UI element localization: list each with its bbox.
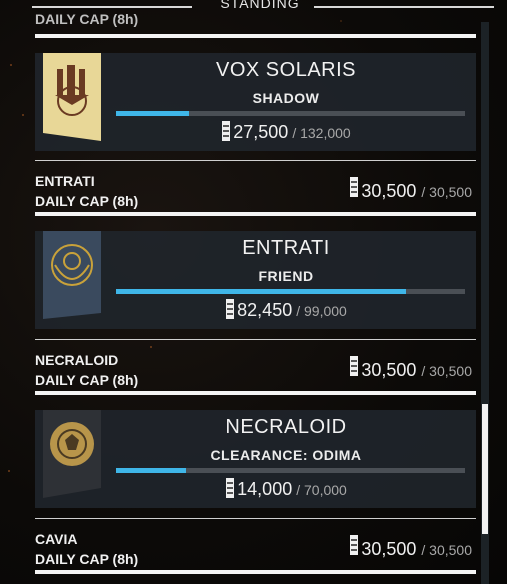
- standing-value: 82,450/ 99,000: [115, 299, 457, 321]
- daily-cap-max: / 30,500: [421, 184, 472, 200]
- cap-bar: [35, 570, 476, 574]
- standing-max: / 99,000: [296, 303, 347, 319]
- standing-current: 14,000: [237, 479, 293, 499]
- daily-cap-faction: NECRALOID: [35, 352, 119, 368]
- standing-icon: [350, 177, 359, 197]
- standing-progress-bar: [116, 111, 465, 116]
- cap-bar: [35, 34, 476, 38]
- standing-icon: [350, 356, 359, 376]
- daily-cap-label: ENTRATI DAILY CAP (8h): [35, 171, 138, 211]
- vox-solaris-emblem: [43, 53, 101, 141]
- standing-progress-bar: [116, 289, 465, 294]
- daily-cap-text: DAILY CAP (8h): [35, 372, 139, 388]
- standing-current: 27,500: [233, 122, 289, 142]
- faction-card-vox-solaris[interactable]: VOX SOLARIS SHADOW 27,500/ 132,000: [35, 53, 476, 151]
- daily-cap-row-necraloid: NECRALOID DAILY CAP (8h) 30,500/ 30,500: [35, 339, 476, 395]
- daily-cap-faction: CAVIA: [35, 531, 78, 547]
- standing-icon: [350, 535, 359, 555]
- daily-cap-value: 30,500/ 30,500: [349, 356, 472, 381]
- standing-max: / 70,000: [296, 482, 347, 498]
- standing-progress-fill: [116, 289, 406, 294]
- top-daily-cap-label: DAILY CAP (8h): [35, 11, 139, 27]
- daily-cap-current: 30,500: [361, 360, 417, 380]
- faction-rank: SHADOW: [252, 90, 320, 106]
- daily-cap-row-entrati: ENTRATI DAILY CAP (8h) 30,500/ 30,500: [35, 160, 476, 216]
- standing-progress-bar: [116, 468, 465, 473]
- standing-value: 27,500/ 132,000: [115, 121, 457, 143]
- faction-rank: FRIEND: [258, 268, 314, 284]
- standing-max: / 132,000: [292, 125, 351, 141]
- daily-cap-label: NECRALOID DAILY CAP (8h): [35, 350, 138, 390]
- standing-progress-fill: [116, 111, 190, 116]
- daily-cap-row-cavia: CAVIA DAILY CAP (8h) 30,500/ 30,500: [35, 518, 476, 574]
- daily-cap-value: 30,500/ 30,500: [349, 535, 472, 560]
- daily-cap-max: / 30,500: [421, 363, 472, 379]
- faction-name: VOX SOLARIS: [216, 59, 356, 81]
- daily-cap-text: DAILY CAP (8h): [35, 193, 139, 209]
- cap-bar: [35, 212, 476, 216]
- scrollbar[interactable]: [481, 22, 489, 584]
- standing-icon: [226, 478, 235, 498]
- faction-name: ENTRATI: [242, 237, 330, 259]
- daily-cap-faction: ENTRATI: [35, 173, 95, 189]
- standing-current: 82,450: [237, 300, 293, 320]
- standing-progress-fill: [116, 468, 186, 473]
- faction-rank: CLEARANCE: ODIMA: [210, 447, 362, 463]
- scrollbar-thumb[interactable]: [482, 404, 488, 534]
- faction-card-necraloid[interactable]: NECRALOID CLEARANCE: ODIMA 14,000/ 70,00…: [35, 410, 476, 508]
- daily-cap-current: 30,500: [361, 181, 417, 201]
- daily-cap-text: DAILY CAP (8h): [35, 551, 139, 567]
- standing-title: STANDING: [220, 0, 300, 11]
- daily-cap-max: / 30,500: [421, 542, 472, 558]
- cap-bar: [35, 391, 476, 395]
- faction-card-entrati[interactable]: ENTRATI FRIEND 82,450/ 99,000: [35, 231, 476, 329]
- standing-icon: [226, 299, 235, 319]
- entrati-emblem: [43, 231, 101, 319]
- daily-cap-value: 30,500/ 30,500: [349, 177, 472, 202]
- daily-cap-current: 30,500: [361, 539, 417, 559]
- daily-cap-label: CAVIA DAILY CAP (8h): [35, 529, 138, 569]
- header-line-left: [32, 6, 192, 8]
- faction-name: NECRALOID: [225, 416, 347, 438]
- standing-value: 14,000/ 70,000: [115, 478, 457, 500]
- standing-icon: [222, 121, 231, 141]
- necraloid-emblem: [43, 410, 101, 498]
- header-line-right: [314, 6, 494, 8]
